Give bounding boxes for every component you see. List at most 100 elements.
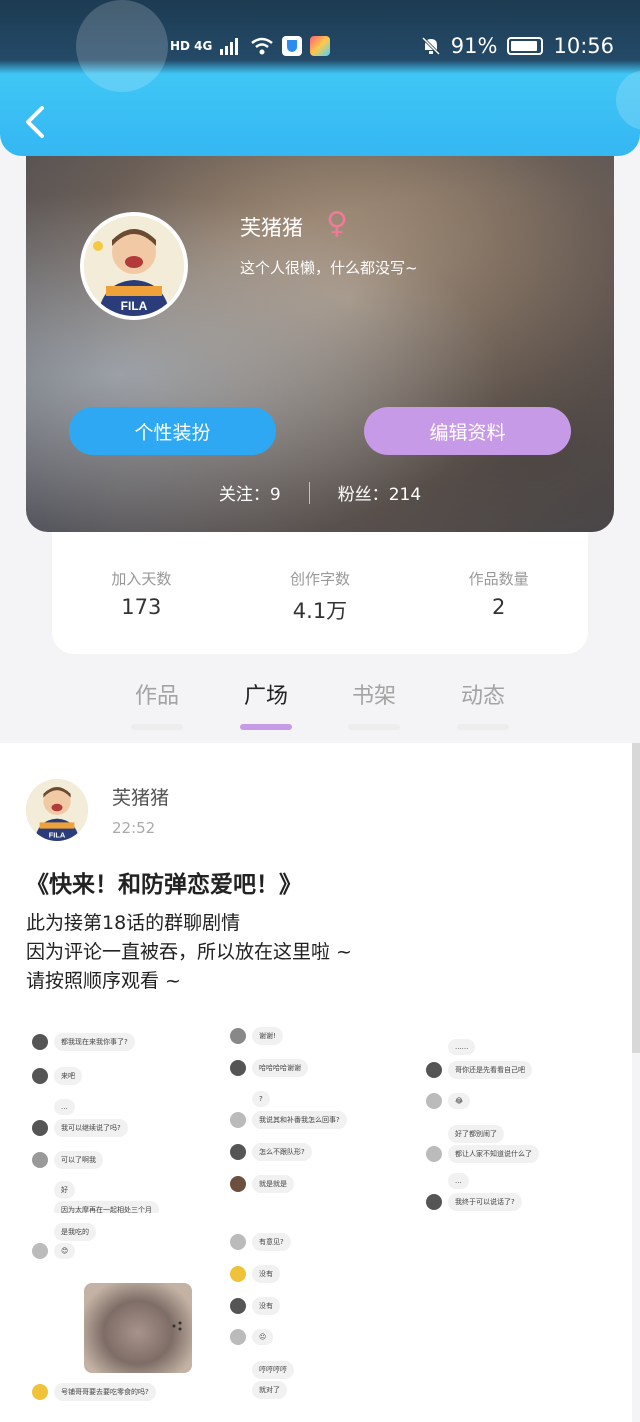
chat-message: 哈哈哈哈谢谢 xyxy=(230,1059,308,1077)
chevron-left-icon xyxy=(26,106,44,138)
tab-bookshelf[interactable]: 书架 xyxy=(334,678,414,730)
tab-bar: 作品 广场 书架 动态 xyxy=(0,672,640,742)
status-bar: HD 4G 91% 10:56 xyxy=(0,0,640,74)
tab-label: 动态 xyxy=(460,684,505,709)
chat-message: 怎么不跟队形? xyxy=(230,1143,312,1161)
avatar xyxy=(230,1028,246,1044)
chat-screenshot[interactable]: 谢谢! 哈哈哈哈谢谢 ? 我说其和补番我怎么回事? 怎么不跟队形? 就是就是 xyxy=(226,1023,406,1213)
divider xyxy=(308,481,310,504)
chat-screenshot[interactable]: 是我吃的 😊 号铺哥哥要去要吃零食的吗? xyxy=(26,1223,206,1422)
post-card[interactable]: FILA 芙猪猪 22:52 《快来！和防弹恋爱吧！》 此为接第18话的群聊剧情… xyxy=(0,743,632,1422)
dress-up-button[interactable]: 个性装扮 xyxy=(69,407,276,455)
message-bubble: 都让人家不知道说什么了 xyxy=(448,1145,539,1163)
avatar xyxy=(426,1126,442,1142)
chat-message: 好 xyxy=(32,1181,75,1199)
tab-indicator xyxy=(348,724,400,730)
message-bubble: 😊 xyxy=(54,1243,76,1259)
decor-bubble xyxy=(616,70,640,130)
tab-indicator xyxy=(240,724,292,730)
post-line: 请按照顺序观看 ~ xyxy=(26,970,181,992)
message-bubble: 就对了 xyxy=(252,1381,287,1399)
avatar xyxy=(426,1062,442,1078)
scrollbar[interactable] xyxy=(632,743,640,1053)
message-bubble: 号铺哥哥要去要吃零食的吗? xyxy=(54,1383,156,1401)
message-bubble: 好了都别闹了 xyxy=(448,1125,504,1143)
chat-screenshot[interactable]: 有意见? 没有 没有 😐 哼哼哼哼 就对了 xyxy=(226,1223,406,1422)
chat-message: 因为太摩再在一起相处三个月 xyxy=(32,1201,159,1213)
stat-works-count: 作品数量 2 xyxy=(424,568,574,654)
stat-value: 4.1万 xyxy=(292,599,348,623)
edit-profile-button[interactable]: 编辑资料 xyxy=(364,407,571,455)
avatar xyxy=(32,1384,48,1400)
tab-indicator xyxy=(131,724,183,730)
message-bubble: 我说其和补番我怎么回事? xyxy=(252,1111,347,1129)
avatar[interactable]: FILA xyxy=(80,212,188,320)
following-link[interactable]: 关注：9 xyxy=(219,480,281,505)
battery-icon xyxy=(507,37,544,55)
message-bubble: 😐 xyxy=(252,1329,274,1345)
message-bubble: 是我吃的 xyxy=(54,1223,96,1241)
stat-word-count: 创作字数 4.1万 xyxy=(245,568,395,654)
chat-message: 谢谢! xyxy=(230,1027,283,1045)
avatar xyxy=(230,1176,246,1192)
stat-label: 作品数量 xyxy=(468,570,529,588)
post-time: 22:52 xyxy=(112,819,156,837)
chat-message: 我终于可以说话了? xyxy=(426,1193,522,1211)
message-bubble: 哈哈哈哈谢谢 xyxy=(252,1059,308,1077)
avatar-image: FILA xyxy=(84,216,184,316)
signal-icon xyxy=(220,38,239,55)
avatar xyxy=(230,1362,246,1378)
avatar xyxy=(32,1034,48,1050)
avatar xyxy=(426,1194,442,1210)
tab-label: 书架 xyxy=(351,684,396,709)
chat-message: ...... xyxy=(426,1039,476,1055)
chat-screenshot[interactable]: 都我现在来我你事了? 来吧 ... 我可以继续说了吗? 可以了啊我 好 因为太摩… xyxy=(26,1023,196,1213)
message-bubble: 谢谢! xyxy=(252,1027,283,1045)
message-bubble: 就是就是 xyxy=(252,1175,294,1193)
post-line: 此为接第18话的群聊剧情 xyxy=(26,912,241,934)
tab-square[interactable]: 广场 xyxy=(226,678,306,730)
avatar xyxy=(230,1298,246,1314)
app-notification-icon xyxy=(310,36,331,56)
tab-label: 广场 xyxy=(243,684,288,709)
chat-message: 😂 xyxy=(426,1093,471,1109)
avatar xyxy=(32,1152,48,1168)
chat-message: 来吧 xyxy=(32,1067,82,1085)
chat-message: ... xyxy=(32,1099,75,1115)
message-bubble: ...... xyxy=(448,1039,476,1055)
chat-message: 没有 xyxy=(230,1297,280,1315)
avatar xyxy=(32,1099,48,1115)
tab-works[interactable]: 作品 xyxy=(117,678,197,730)
back-button[interactable] xyxy=(20,100,54,144)
network-label: HD 4G xyxy=(170,39,213,53)
tab-indicator xyxy=(457,724,509,730)
message-bubble: 我终于可以说话了? xyxy=(448,1193,522,1211)
avatar xyxy=(230,1060,246,1076)
message-bubble: ... xyxy=(54,1099,75,1115)
chat-screenshot[interactable]: ...... 哥你还是先看看自己吧 😂 好了都别闹了 都让人家不知道说什么了 .… xyxy=(422,1023,572,1213)
post-line: 因为评论一直被吞，所以放在这里啦 ~ xyxy=(26,941,352,963)
top-header: HD 4G 91% 10:56 xyxy=(0,0,640,156)
avatar xyxy=(230,1144,246,1160)
avatar xyxy=(230,1266,246,1282)
message-bubble: 哥你还是先看看自己吧 xyxy=(448,1061,532,1079)
avatar xyxy=(426,1039,442,1055)
message-bubble: 都我现在来我你事了? xyxy=(54,1033,135,1051)
post-avatar[interactable]: FILA xyxy=(26,779,88,841)
chat-message: 我可以继续说了吗? xyxy=(32,1119,128,1137)
avatar xyxy=(426,1146,442,1162)
message-bubble: 有意见? xyxy=(252,1233,291,1251)
fans-link[interactable]: 粉丝：214 xyxy=(338,480,421,505)
chat-message: 😐 xyxy=(230,1329,274,1345)
avatar xyxy=(230,1112,246,1128)
bio: 这个人很懒，什么都没写~ xyxy=(240,259,418,277)
mute-bell-icon xyxy=(421,36,440,56)
avatar xyxy=(32,1068,48,1084)
message-bubble: 怎么不跟队形? xyxy=(252,1143,312,1161)
stats-card: 加入天数 173 创作字数 4.1万 作品数量 2 xyxy=(52,532,588,654)
chat-message: 就对了 xyxy=(230,1381,287,1399)
message-bubble: ... xyxy=(448,1173,469,1189)
avatar xyxy=(230,1329,246,1345)
tab-activity[interactable]: 动态 xyxy=(443,678,523,730)
post-author[interactable]: 芙猪猪 xyxy=(112,783,169,810)
